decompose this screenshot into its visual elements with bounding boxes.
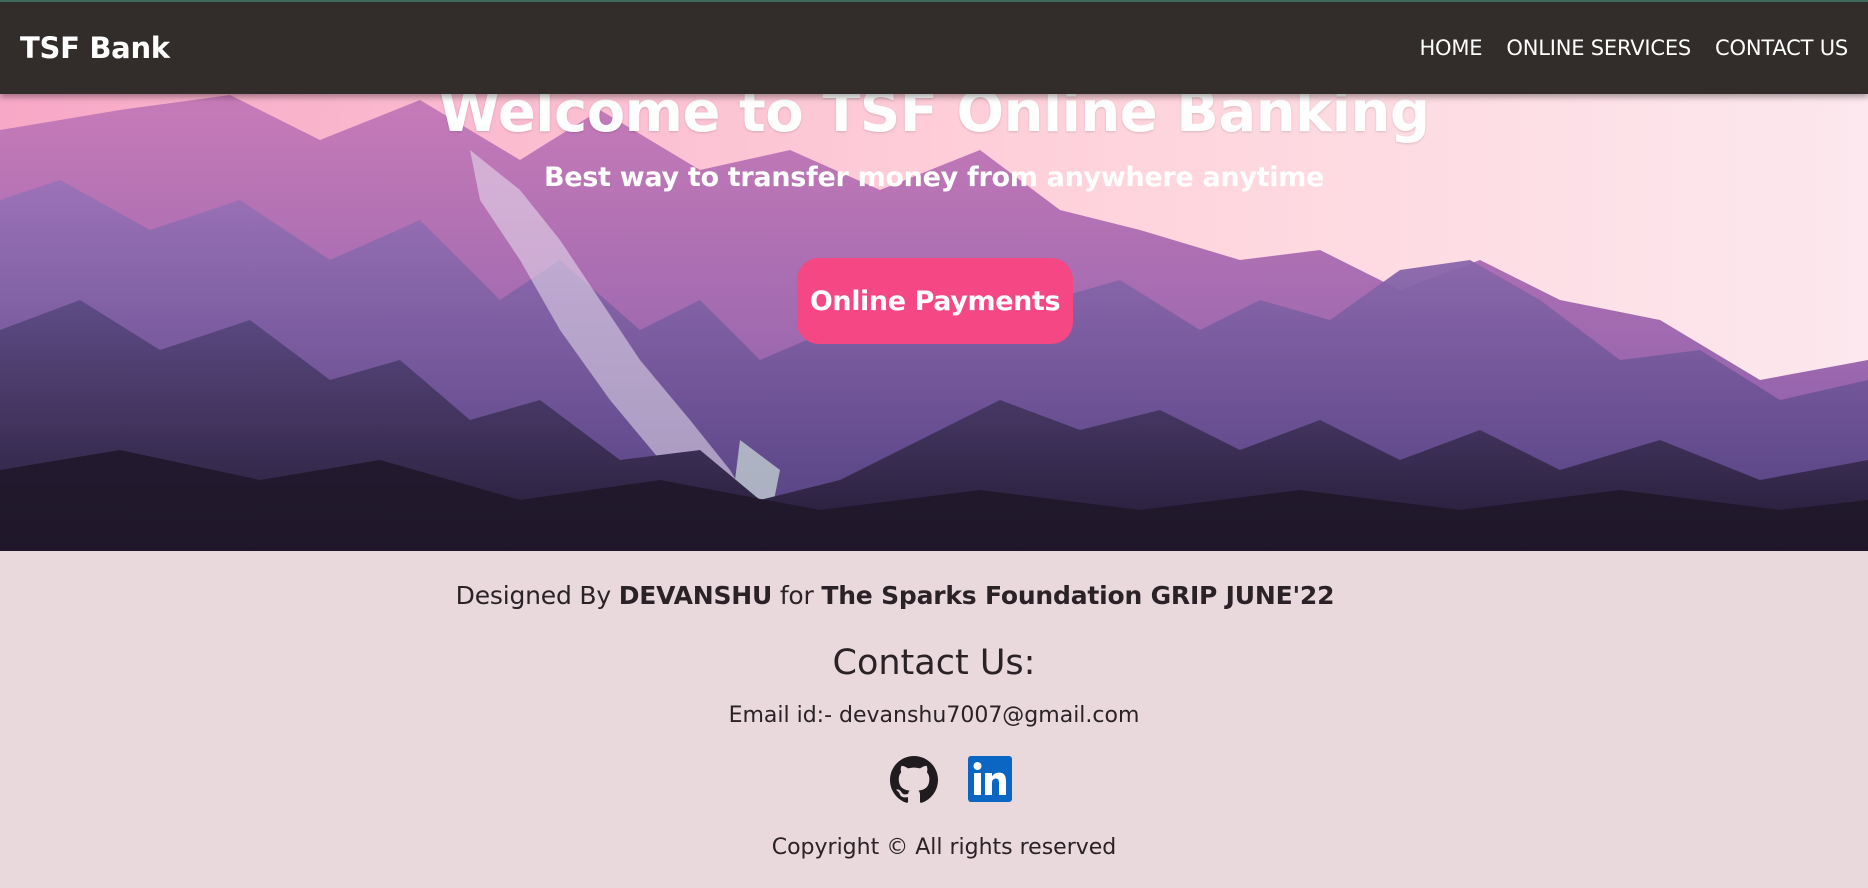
nav-link-home[interactable]: HOME [1419,36,1482,60]
github-icon [890,756,938,803]
credit-organization: The Sparks Foundation GRIP JUNE'22 [821,581,1335,610]
credit-middle: for [772,581,822,610]
nav-link-contact-us[interactable]: CONTACT US [1715,36,1848,60]
top-navbar: TSF Bank HOME ONLINE SERVICES CONTACT US [0,0,1868,94]
page-footer: Designed By DEVANSHU for The Sparks Foun… [0,551,1868,888]
linkedin-icon [968,756,1012,802]
contact-heading: Contact Us: [832,643,1036,683]
nav-links: HOME ONLINE SERVICES CONTACT US [1419,36,1848,60]
contact-email: Email id:- devanshu7007@gmail.com [728,703,1140,728]
designer-credit: Designed By DEVANSHU for The Sparks Foun… [0,581,1868,610]
nav-link-online-services[interactable]: ONLINE SERVICES [1506,36,1691,60]
online-payments-button[interactable]: Online Payments [797,258,1073,344]
credit-author: DEVANSHU [618,581,773,610]
social-links [0,756,1868,804]
hero-subtitle: Best way to transfer money from anywhere… [543,162,1325,193]
credit-prefix: Designed By [455,581,619,610]
brand-logo-link[interactable]: TSF Bank [20,31,170,65]
copyright-text: Copyright © All rights reserved [771,835,1117,860]
linkedin-link[interactable] [966,756,1014,804]
github-link[interactable] [890,756,938,804]
